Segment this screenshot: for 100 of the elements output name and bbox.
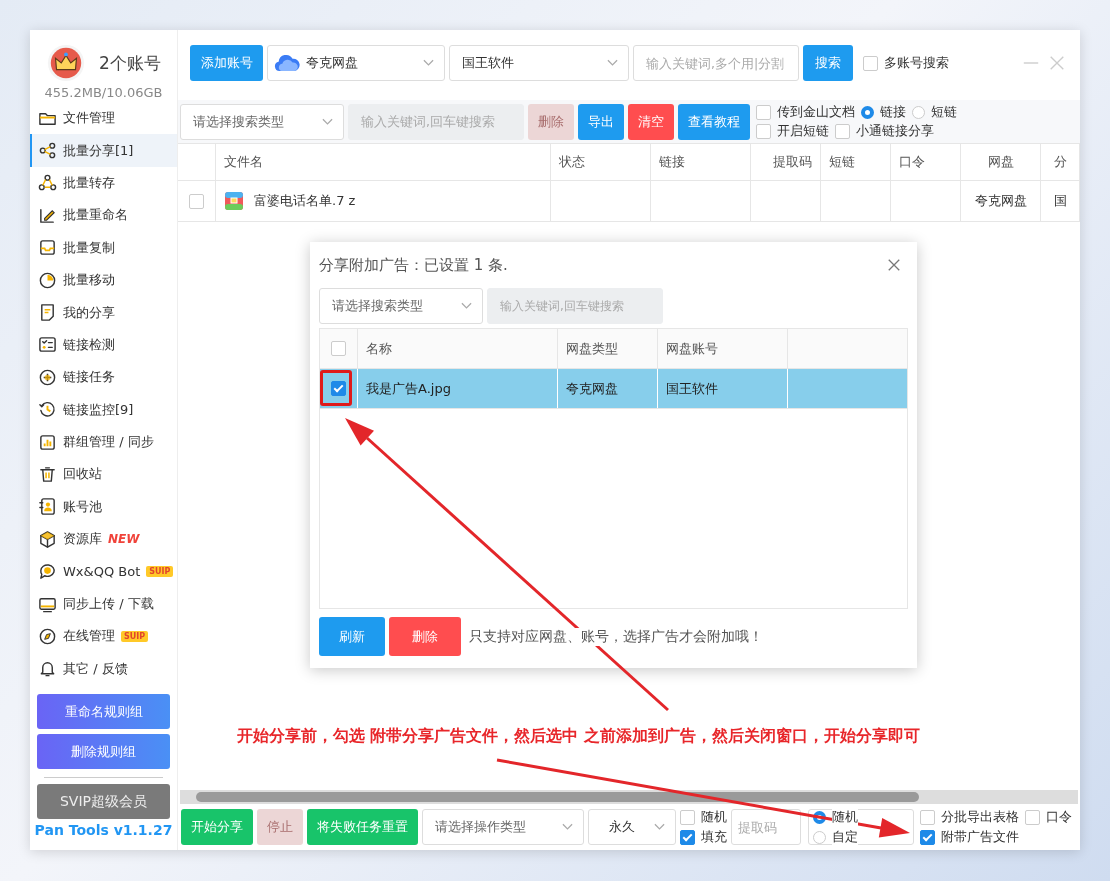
rule-group-button[interactable]: 删除规则组 — [37, 734, 170, 770]
dialog-title: 分享附加广告：已设置 1 条. — [319, 255, 508, 275]
extraction-code-field[interactable]: 提取码 — [731, 809, 801, 845]
svip-badge: SUIP — [146, 566, 174, 578]
sidebar-item[interactable]: 其它 / 反馈 — [30, 652, 177, 686]
checkbox-label: 口令 — [1046, 808, 1072, 826]
checkbox[interactable] — [920, 809, 935, 825]
keyword-field[interactable]: 输入关键词,回车键搜索 — [348, 103, 524, 140]
share-icon — [38, 141, 57, 161]
table-cell: 国 — [1053, 192, 1067, 210]
search-type-select[interactable]: 请选择搜索类型 — [319, 288, 483, 324]
expiry-select[interactable]: 永久 — [588, 809, 676, 845]
table-cell: 国王软件 — [666, 379, 718, 398]
column-header: 网盘类型 — [558, 329, 658, 368]
sidebar-item[interactable]: 群组管理 / 同步 — [30, 425, 177, 459]
sidebar-item[interactable]: 回收站 — [30, 458, 177, 491]
compass-icon — [38, 626, 57, 646]
sidebar-item[interactable]: 批量转存 — [30, 166, 177, 200]
drive-select[interactable]: 夸克网盘 — [267, 45, 445, 81]
sidebar-item[interactable]: 批量移动 — [30, 263, 177, 297]
search-type-select[interactable]: 请选择搜索类型 — [180, 103, 344, 140]
sidebar-item[interactable]: 链接任务 — [30, 361, 177, 394]
column-header: 口令 — [891, 144, 961, 180]
radio-label: 短链 — [931, 103, 957, 121]
table-cell: 我是广告A.jpg — [366, 379, 451, 398]
radio-button[interactable] — [912, 105, 925, 119]
checkbox[interactable] — [863, 55, 878, 71]
row-checkbox[interactable] — [189, 193, 204, 209]
checkbox-label: 传到金山文档 — [777, 103, 855, 121]
sidebar-item[interactable]: 链接检测 — [30, 328, 177, 362]
checkbox-label: 附带广告文件 — [941, 828, 1019, 846]
select-all-checkbox[interactable] — [331, 341, 346, 356]
document-icon — [38, 303, 57, 323]
column-header: 提取码 — [751, 144, 821, 180]
svip-badge: SUIP — [121, 630, 149, 642]
row-checkbox[interactable] — [331, 381, 346, 396]
checkbox[interactable] — [1025, 809, 1040, 825]
operation-type-select[interactable]: 请选择操作类型 — [422, 809, 584, 845]
tray-icon — [38, 238, 57, 258]
checkbox[interactable] — [920, 829, 935, 845]
column-header: 短链 — [821, 144, 891, 180]
table-cell: 夸克网盘 — [974, 192, 1027, 210]
version-label: Pan Tools v1.1.27 — [33, 822, 174, 839]
checkbox[interactable] — [680, 809, 695, 825]
checkbox[interactable] — [756, 104, 771, 120]
keyword-field[interactable]: 输入关键词,多个用|分割 — [633, 45, 799, 81]
column-header: 名称 — [358, 329, 558, 368]
sidebar-item[interactable]: 账号池 — [30, 490, 177, 524]
bar-chart-icon — [38, 432, 57, 452]
chevron-down-icon — [562, 823, 573, 831]
pie-chart-icon — [38, 270, 57, 290]
checkbox-label: 填充 — [701, 828, 727, 846]
checkbox-label: 随机 — [701, 808, 727, 826]
radio-label: 链接 — [880, 103, 906, 121]
column-header: 网盘账号 — [658, 329, 788, 368]
column-header: 文件名 — [216, 144, 551, 180]
sidebar-item[interactable]: 链接监控[9] — [30, 393, 177, 426]
sidebar-item[interactable]: Wx&QQ Bot SUIP — [30, 555, 177, 588]
crown-logo-icon — [47, 44, 85, 82]
chevron-down-icon — [423, 59, 434, 67]
sidebar-item[interactable]: 文件管理 — [30, 102, 177, 135]
chevron-down-icon — [654, 823, 665, 831]
new-label: NEW — [108, 532, 140, 547]
sidebar-item[interactable]: 批量分享[1] — [30, 134, 177, 167]
keyword-field[interactable]: 输入关键词,回车键搜索 — [487, 288, 663, 324]
checkbox[interactable] — [835, 123, 850, 139]
checkbox-label: 开启短链 — [777, 122, 829, 140]
table-row[interactable]: 我是广告A.jpg 夸克网盘 国王软件 — [320, 369, 907, 409]
sidebar-item[interactable]: 批量复制 — [30, 231, 177, 264]
sidebar-item[interactable]: 批量重命名 — [30, 199, 177, 232]
cube-icon — [38, 529, 57, 549]
radio-button[interactable] — [861, 105, 874, 119]
triangle-nodes-icon — [38, 173, 57, 193]
checkbox-label: 分批导出表格 — [941, 808, 1019, 826]
sidebar-item[interactable]: 我的分享 — [30, 296, 177, 329]
trash-icon — [38, 465, 57, 484]
checkbox-label: 多账号搜索 — [884, 54, 949, 72]
chevron-down-icon — [461, 302, 472, 310]
sidebar-item[interactable]: 在线管理 SUIP — [30, 620, 177, 653]
sidebar-item[interactable]: 同步上传 / 下载 — [30, 587, 177, 621]
chat-bubble-icon — [38, 562, 57, 582]
column-header: 分 — [1041, 144, 1080, 180]
checkbox[interactable] — [756, 123, 771, 139]
horizontal-scrollbar[interactable] — [180, 790, 1078, 804]
rule-group-button[interactable]: 重命名规则组 — [37, 694, 170, 730]
checkbox-label: 小通链接分享 — [856, 122, 934, 140]
close-icon[interactable] — [887, 258, 901, 272]
table-cell: 夸克网盘 — [566, 379, 618, 398]
checklist-icon — [38, 335, 57, 355]
svip-button[interactable]: SVIP超级会员 — [37, 784, 170, 820]
column-header: 状态 — [551, 144, 651, 180]
chevron-down-icon — [322, 117, 333, 126]
account-select[interactable]: 国王软件 — [449, 45, 629, 81]
checkbox[interactable] — [680, 829, 695, 845]
radio-button[interactable] — [813, 830, 826, 844]
plus-circle-icon — [38, 367, 57, 387]
sidebar-item[interactable]: 资源库 NEW — [30, 523, 177, 556]
archive-icon — [224, 191, 244, 211]
column-header: 链接 — [651, 144, 751, 180]
file-name: 富婆电话名单.7 z — [254, 192, 356, 210]
